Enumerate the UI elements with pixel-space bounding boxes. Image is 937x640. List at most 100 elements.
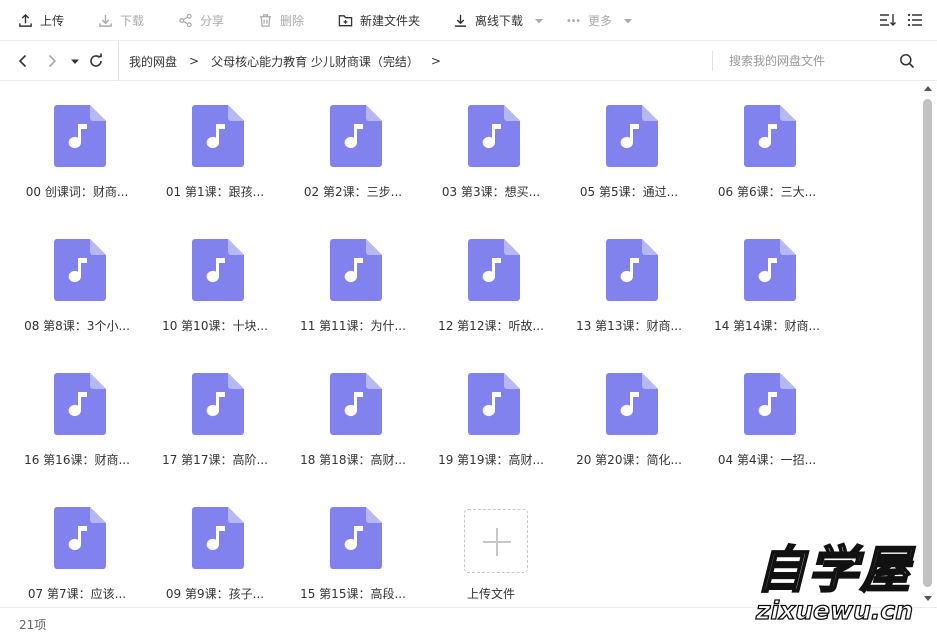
trash-icon [259, 14, 272, 27]
audio-file-icon [330, 239, 382, 301]
offline-download-label: 离线下载 [475, 14, 524, 28]
audio-file-icon [330, 105, 382, 167]
file-name: 10 第10课：十块... [162, 319, 268, 333]
audio-file-icon [468, 239, 520, 301]
file-item[interactable]: 10 第10课：十块... [154, 226, 276, 350]
upload-file-label: 上传文件 [466, 587, 515, 601]
plus-icon [483, 528, 511, 556]
file-name: 01 第1课：跟孩... [165, 185, 265, 199]
file-name: 14 第14课：财商... [714, 319, 820, 333]
watermark-title: 自学屋 [755, 540, 912, 600]
file-item[interactable]: 11 第11课：为什... [292, 226, 414, 350]
history-dropdown-icon[interactable] [70, 53, 80, 69]
audio-file-icon [192, 507, 244, 569]
file-name: 09 第9课：孩子... [165, 587, 265, 601]
breadcrumb: 我的网盘 > 父母核心能力教育 少儿财商课（完结） > [118, 41, 453, 81]
scrollbar-thumb[interactable] [923, 99, 932, 587]
download-button[interactable]: 下载 [98, 0, 144, 41]
sort-icon[interactable] [879, 12, 897, 28]
audio-file-icon [606, 105, 658, 167]
delete-label: 删除 [280, 14, 305, 28]
file-name: 06 第6课：三大... [717, 185, 817, 199]
caret-down-icon [535, 18, 544, 23]
file-item[interactable]: 09 第9课：孩子... [154, 494, 276, 612]
audio-file-icon [606, 239, 658, 301]
file-name: 08 第8课：3个小... [24, 319, 130, 333]
file-name: 20 第20课：简化... [576, 453, 682, 467]
delete-button[interactable]: 删除 [258, 0, 304, 41]
file-item[interactable]: 03 第3课：想买... [430, 92, 552, 216]
toolbar: 上传 下载 分享 删除 新建文件夹 离线下载 更多 [0, 0, 937, 41]
file-item[interactable]: 02 第2课：三步... [292, 92, 414, 216]
new-folder-label: 新建文件夹 [360, 14, 421, 28]
item-count: 21项 [19, 618, 47, 632]
file-item[interactable]: 08 第8课：3个小... [16, 226, 138, 350]
upload-icon [19, 13, 32, 27]
audio-file-icon [330, 373, 382, 435]
file-name: 05 第5课：通过... [579, 185, 679, 199]
navigation-bar: 我的网盘 > 父母核心能力教育 少儿财商课（完结） > [0, 41, 937, 81]
upload-button[interactable]: 上传 [18, 0, 64, 41]
more-dots-icon [567, 19, 580, 22]
file-name: 15 第15课：高段... [300, 587, 406, 601]
back-arrow-icon[interactable] [15, 53, 31, 69]
file-name: 17 第17课：高阶... [162, 453, 268, 467]
file-name: 16 第16课：财商... [24, 453, 130, 467]
audio-file-icon [192, 373, 244, 435]
share-button[interactable]: 分享 [178, 0, 224, 41]
audio-file-icon [744, 105, 796, 167]
more-label: 更多 [588, 14, 613, 28]
file-name: 11 第11课：为什... [300, 319, 406, 333]
audio-file-icon [54, 105, 106, 167]
file-item[interactable]: 18 第18课：高财... [292, 360, 414, 484]
share-label: 分享 [200, 14, 225, 28]
file-item[interactable]: 12 第12课：听故... [430, 226, 552, 350]
scroll-up-arrow-icon[interactable] [924, 86, 932, 91]
breadcrumb-item-root[interactable]: 我的网盘 [129, 53, 177, 70]
file-item[interactable]: 17 第17课：高阶... [154, 360, 276, 484]
audio-file-icon [192, 105, 244, 167]
upload-box[interactable] [464, 509, 528, 573]
breadcrumb-separator: > [430, 54, 441, 68]
forward-arrow-icon[interactable] [44, 53, 60, 69]
refresh-icon[interactable] [88, 53, 104, 69]
file-name: 13 第13课：财商... [576, 319, 682, 333]
file-item[interactable]: 05 第5课：通过... [568, 92, 690, 216]
audio-file-icon [468, 105, 520, 167]
vertical-scrollbar[interactable] [922, 84, 933, 604]
list-view-icon[interactable] [907, 12, 923, 28]
search-icon[interactable] [899, 53, 915, 69]
caret-down-icon [624, 18, 633, 23]
file-item[interactable]: 14 第14课：财商... [706, 226, 828, 350]
breadcrumb-item-current-folder[interactable]: 父母核心能力教育 少儿财商课（完结） [211, 53, 419, 70]
download-icon [99, 14, 112, 27]
search-input[interactable] [729, 52, 889, 70]
more-button[interactable]: 更多 [566, 0, 633, 41]
file-name: 18 第18课：高财... [300, 453, 406, 467]
file-name: 02 第2课：三步... [303, 185, 403, 199]
upload-file-tile[interactable]: 上传文件 [430, 494, 552, 612]
watermark-logo: 自学屋 zixuewu.cn [748, 530, 933, 638]
audio-file-icon [54, 373, 106, 435]
file-name: 19 第19课：高财... [438, 453, 544, 467]
file-name: 07 第7课：应该... [27, 587, 127, 601]
file-item[interactable]: 15 第15课：高段... [292, 494, 414, 612]
file-item[interactable]: 00 创课词：财商... [16, 92, 138, 216]
new-folder-button[interactable]: 新建文件夹 [338, 0, 420, 41]
download-label: 下载 [120, 14, 145, 28]
file-item[interactable]: 19 第19课：高财... [430, 360, 552, 484]
offline-download-button[interactable]: 离线下载 [453, 0, 544, 41]
watermark-url: zixuewu.cn [755, 595, 914, 625]
new-folder-icon [338, 15, 353, 27]
audio-file-icon [54, 239, 106, 301]
file-item[interactable]: 16 第16课：财商... [16, 360, 138, 484]
file-name: 03 第3课：想买... [441, 185, 541, 199]
file-item[interactable]: 20 第20课：简化... [568, 360, 690, 484]
audio-file-icon [192, 239, 244, 301]
file-item[interactable]: 13 第13课：财商... [568, 226, 690, 350]
search-box [712, 51, 922, 71]
file-item[interactable]: 07 第7课：应该... [16, 494, 138, 612]
file-item[interactable]: 04 第4课：一招... [706, 360, 828, 484]
file-item[interactable]: 01 第1课：跟孩... [154, 92, 276, 216]
file-item[interactable]: 06 第6课：三大... [706, 92, 828, 216]
